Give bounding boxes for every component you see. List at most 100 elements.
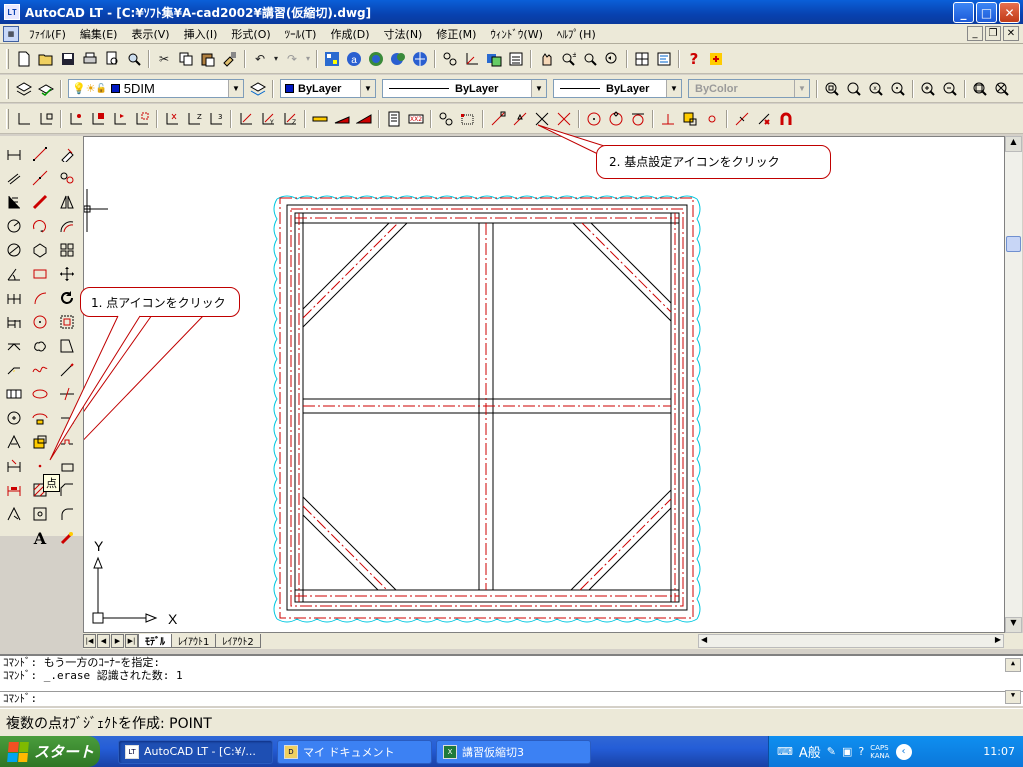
dimension-override-icon[interactable] bbox=[354, 109, 374, 129]
tray-expand-icon[interactable]: ‹ bbox=[895, 743, 912, 760]
dimension-style-icon[interactable] bbox=[310, 109, 330, 129]
doc-restore-button[interactable]: ❐ bbox=[985, 26, 1001, 41]
continue-dimension-icon[interactable] bbox=[2, 334, 26, 358]
command-scrollbar[interactable]: ▲ ▼ bbox=[1005, 658, 1021, 704]
chevron-down-icon[interactable]: ▼ bbox=[794, 80, 809, 97]
doc-minimize-button[interactable]: _ bbox=[967, 26, 983, 41]
text-style-icon[interactable] bbox=[384, 109, 404, 129]
lengthen-icon[interactable] bbox=[55, 358, 79, 382]
copy-icon[interactable] bbox=[176, 49, 196, 69]
menu-draw[interactable]: 作成(D) bbox=[323, 26, 376, 42]
ucs-3point-icon[interactable] bbox=[66, 109, 86, 129]
make-layer-current-icon[interactable] bbox=[36, 79, 56, 99]
qleader-icon[interactable] bbox=[2, 358, 26, 382]
menu-help[interactable]: ﾍﾙﾌﾟ(H) bbox=[550, 26, 603, 42]
snap-apparent-intersection-icon[interactable] bbox=[554, 109, 574, 129]
menu-edit[interactable]: 編集(E) bbox=[73, 26, 125, 42]
find-icon[interactable] bbox=[124, 49, 144, 69]
snap-intersection-icon[interactable] bbox=[532, 109, 552, 129]
ucs-rotate-z-icon[interactable]: Z bbox=[280, 109, 300, 129]
polygon-icon[interactable] bbox=[28, 214, 52, 238]
autocad-app-icon[interactable]: LT bbox=[4, 4, 20, 20]
scale-icon[interactable] bbox=[55, 310, 79, 334]
polyline-icon[interactable] bbox=[28, 190, 52, 214]
snap-perpendicular-icon[interactable] bbox=[658, 109, 678, 129]
ucs-view-icon[interactable] bbox=[132, 109, 152, 129]
arc-icon[interactable] bbox=[28, 286, 52, 310]
snap-center-icon[interactable] bbox=[584, 109, 604, 129]
menu-view[interactable]: 表示(V) bbox=[124, 26, 176, 42]
spline-icon[interactable] bbox=[28, 358, 52, 382]
snap-tangent-icon[interactable] bbox=[628, 109, 648, 129]
first-tab-button[interactable]: |◀ bbox=[83, 634, 96, 648]
help-icon[interactable]: ? bbox=[684, 49, 704, 69]
keyboard-icon[interactable]: ⌨ bbox=[777, 745, 793, 758]
ime-tools-icon[interactable]: ✎ bbox=[827, 745, 836, 758]
publish-web-icon[interactable] bbox=[410, 49, 430, 69]
chevron-down-icon[interactable]: ▼ bbox=[666, 80, 681, 97]
line-icon[interactable] bbox=[28, 142, 52, 166]
menu-tools[interactable]: ﾂｰﾙ(T) bbox=[278, 26, 324, 42]
hexagon-icon[interactable] bbox=[28, 238, 52, 262]
undo-dropdown-icon[interactable]: ▾ bbox=[272, 49, 280, 69]
command-scroll-up[interactable]: ▲ bbox=[1005, 658, 1021, 672]
zoom-window-icon[interactable] bbox=[822, 79, 842, 99]
snap-midpoint-icon[interactable] bbox=[510, 109, 530, 129]
insert-block-icon[interactable] bbox=[28, 430, 52, 454]
base-point-icon[interactable] bbox=[458, 109, 478, 129]
rotate-icon[interactable] bbox=[55, 286, 79, 310]
mirror-icon[interactable] bbox=[55, 190, 79, 214]
menu-window[interactable]: ｳｨﾝﾄﾞｳ(W) bbox=[483, 26, 549, 42]
tolerance-icon[interactable] bbox=[2, 382, 26, 406]
zoom-center-icon[interactable] bbox=[888, 79, 908, 99]
menu-format[interactable]: 形式(O) bbox=[224, 26, 277, 42]
angular-dimension-icon[interactable] bbox=[2, 262, 26, 286]
baseline-dimension-icon[interactable] bbox=[2, 310, 26, 334]
command-scroll-down[interactable]: ▼ bbox=[1005, 690, 1021, 704]
layer-manager-icon[interactable] bbox=[14, 79, 34, 99]
ime-pad-icon[interactable]: ▣ bbox=[842, 745, 852, 758]
ucs-object-icon[interactable] bbox=[88, 109, 108, 129]
redo-dropdown-icon[interactable]: ▾ bbox=[304, 49, 312, 69]
break-icon[interactable] bbox=[55, 430, 79, 454]
close-button[interactable]: ✕ bbox=[999, 2, 1020, 23]
quick-dimension-icon[interactable] bbox=[2, 286, 26, 310]
stretch-icon[interactable] bbox=[55, 334, 79, 358]
dimension-text-edit-icon[interactable] bbox=[2, 454, 26, 478]
copy-object-icon[interactable] bbox=[55, 166, 79, 190]
cut-icon[interactable]: ✂ bbox=[154, 49, 174, 69]
ucs-icon[interactable] bbox=[462, 49, 482, 69]
chevron-down-icon[interactable]: ▼ bbox=[360, 80, 375, 97]
today-icon[interactable]: a bbox=[344, 49, 364, 69]
save-icon[interactable] bbox=[58, 49, 78, 69]
erase-icon[interactable] bbox=[55, 142, 79, 166]
command-window[interactable]: ｺﾏﾝﾄﾞ: もう一方のｺｰﾅｰを指定: ｺﾏﾝﾄﾞ: _.erase 認識され… bbox=[0, 654, 1023, 706]
table-style-icon[interactable]: XX2 bbox=[406, 109, 426, 129]
menu-modify[interactable]: 修正(M) bbox=[429, 26, 483, 42]
ucs-rotate-x-icon[interactable] bbox=[236, 109, 256, 129]
print-preview-icon[interactable] bbox=[102, 49, 122, 69]
aerial-view-icon[interactable] bbox=[654, 49, 674, 69]
move-icon[interactable] bbox=[55, 262, 79, 286]
menu-dimension[interactable]: 寸法(N) bbox=[377, 26, 430, 42]
explode-icon[interactable] bbox=[55, 526, 79, 550]
zoom-scale-icon[interactable]: x bbox=[866, 79, 886, 99]
minimize-button[interactable]: _ bbox=[953, 2, 974, 23]
circle-icon[interactable] bbox=[28, 310, 52, 334]
zoom-window-icon[interactable] bbox=[580, 49, 600, 69]
dimension-update-icon[interactable] bbox=[332, 109, 352, 129]
tab-model[interactable]: ﾓﾃﾞﾙ bbox=[138, 634, 172, 648]
undo-icon[interactable]: ↶ bbox=[250, 49, 270, 69]
maximize-button[interactable]: □ bbox=[976, 2, 997, 23]
ime-indicator[interactable]: A般 bbox=[799, 742, 821, 761]
ucs-world-icon[interactable] bbox=[14, 109, 34, 129]
extend-icon[interactable] bbox=[55, 406, 79, 430]
zoom-previous-icon[interactable] bbox=[602, 49, 622, 69]
task-autocad[interactable]: LT AutoCAD LT - [C:¥/... bbox=[118, 739, 273, 764]
vertical-scrollbar[interactable]: ▲ ▼ bbox=[1005, 136, 1022, 633]
snap-quadrant-icon[interactable] bbox=[606, 109, 626, 129]
snap-node-icon[interactable] bbox=[702, 109, 722, 129]
offset-icon[interactable] bbox=[55, 214, 79, 238]
next-tab-button[interactable]: ▶ bbox=[111, 634, 124, 648]
aligned-dimension-icon[interactable] bbox=[2, 166, 26, 190]
